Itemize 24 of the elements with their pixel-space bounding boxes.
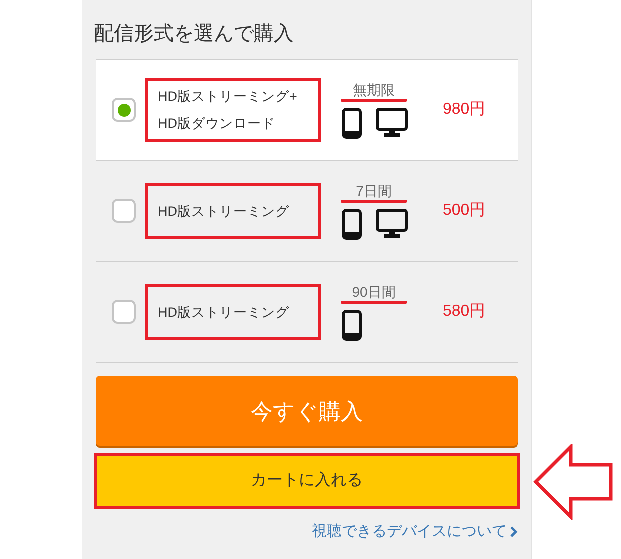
option-label: HD版ストリーミング+ HD版ダウンロード (145, 78, 321, 142)
section-title: 配信形式を選んで購入 (94, 22, 295, 47)
radio-checkbox[interactable] (112, 199, 136, 223)
smartphone-icon (342, 108, 362, 139)
chevron-right-icon (510, 526, 518, 538)
rental-period: 無期限 (341, 81, 407, 102)
rental-period: 7日間 (341, 182, 407, 203)
rental-period: 90日間 (341, 283, 407, 304)
purchase-option[interactable]: HD版ストリーミング+ HD版ダウンロード 無期限 980円 (96, 60, 518, 161)
add-to-cart-button[interactable]: カートに入れる (94, 453, 520, 509)
smartphone-icon (342, 209, 362, 240)
price: 580円 (443, 302, 486, 322)
purchase-option[interactable]: HD版ストリーミング 90日間 580円 (96, 262, 518, 363)
radio-checkbox[interactable] (112, 300, 136, 324)
price: 500円 (443, 201, 486, 221)
radio-checkbox[interactable] (112, 98, 136, 122)
purchase-option[interactable]: HD版ストリーミング 7日間 500円 (96, 161, 518, 262)
option-label: HD版ストリーミング (145, 284, 321, 340)
option-label: HD版ストリーミング (145, 183, 321, 239)
monitor-icon (376, 209, 408, 239)
monitor-icon (376, 108, 408, 138)
price: 980円 (443, 100, 486, 120)
devices-link[interactable]: 視聴できるデバイスについて (312, 521, 507, 544)
smartphone-icon (342, 310, 362, 341)
